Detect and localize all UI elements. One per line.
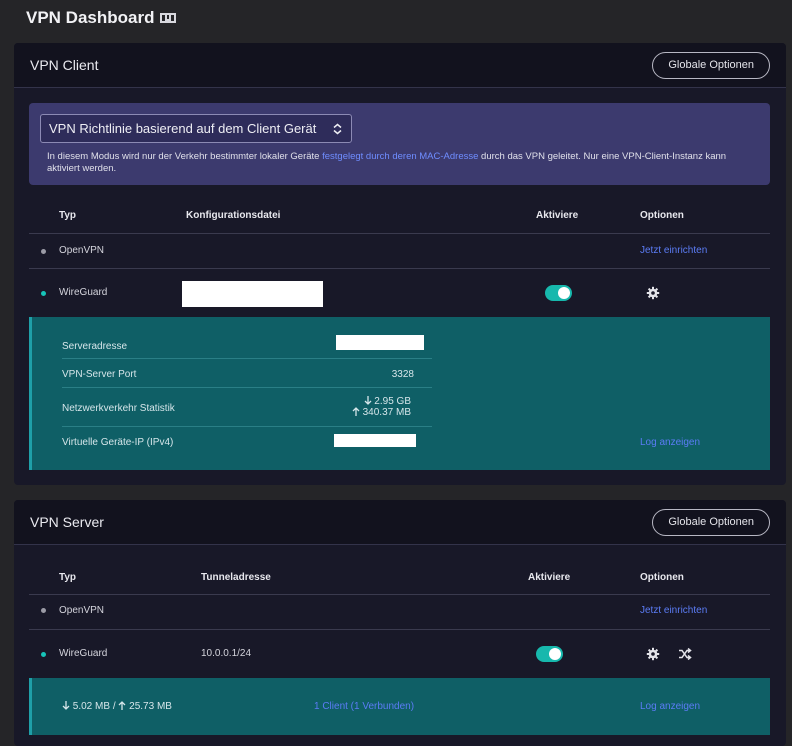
row-divider [29,594,770,595]
gear-icon[interactable] [646,647,660,661]
client-wireguard-toggle[interactable] [545,285,572,301]
col-header-config: Konfigurationsdatei [186,210,281,221]
server-log-link[interactable]: Log anzeigen [640,701,700,712]
server-address-label: Serveradresse [62,341,128,352]
server-wireguard-toggle[interactable] [536,646,563,662]
port-value: 3328 [391,369,414,380]
mac-address-link[interactable]: festgelegt durch deren MAC-Adresse [322,151,478,162]
client-global-options-button[interactable]: Globale Optionen [652,51,770,79]
detail-divider [62,358,432,359]
traffic-label: Netzwerkverkehr Statistik [62,403,175,414]
status-dot-connected [41,291,46,296]
arrow-up-icon [352,407,360,416]
server-global-options-button[interactable]: Globale Optionen [652,508,770,536]
row-divider [29,233,770,234]
server-tunnel-address: 10.0.0.1/24 [201,648,252,659]
traffic-down: 2.95 GB [374,396,411,407]
vpn-client-title: VPN Client [30,57,99,73]
status-dot-connected [41,652,46,657]
vpn-server-card: VPN Server Globale Optionen Typ Tunnelad… [14,500,786,746]
server-detail-panel: 5.02 MB / 25.73 MB 1 Client (1 Verbunden… [29,678,770,735]
vpn-client-header: VPN Client Globale Optionen [14,43,786,88]
traffic-values: 2.95 GB 340.37 MB [352,396,411,418]
policy-desc-before: In diesem Modus wird nur der Verkehr bes… [47,151,323,162]
client-log-link[interactable]: Log anzeigen [640,437,700,448]
row-divider [29,268,770,269]
virtual-ip-redacted [334,434,416,447]
vpn-server-title: VPN Server [30,514,104,530]
col-header-activate: Aktiviere [536,210,579,221]
policy-description: In diesem Modus wird nur der Verkehr bes… [47,151,757,175]
config-file-redacted [182,281,323,307]
client-wireguard-type: WireGuard [59,287,108,298]
arrow-up-icon [118,701,126,710]
col-header-options: Optionen [640,572,684,583]
col-header-tunnel: Tunneladresse [201,572,271,583]
policy-select[interactable]: VPN Richtlinie basierend auf dem Client … [40,114,352,143]
client-detail-panel: Serveradresse VPN-Server Port 3328 Netzw… [29,317,770,470]
server-traffic: 5.02 MB / 25.73 MB [62,701,172,712]
col-header-type: Typ [59,210,77,221]
col-header-activate: Aktiviere [528,572,571,583]
server-wireguard-type: WireGuard [59,648,108,659]
traffic-up: 340.37 MB [362,407,411,418]
arrow-down-icon [364,396,371,405]
port-label: VPN-Server Port [62,369,137,380]
detail-divider [62,426,432,427]
arrow-down-icon [62,701,70,710]
toggle-knob [549,648,561,660]
vpn-server-header: VPN Server Globale Optionen [14,500,786,545]
server-address-redacted [336,335,424,350]
detail-divider [62,387,432,388]
server-traffic-down: 5.02 MB [72,701,111,712]
server-openvpn-type: OpenVPN [59,605,105,616]
policy-select-value: VPN Richtlinie basierend auf dem Client … [49,121,317,136]
vpn-client-card: VPN Client Globale Optionen VPN Richtlin… [14,43,786,485]
status-dot-inactive [41,249,46,254]
row-divider [29,629,770,630]
gear-icon[interactable] [646,286,660,300]
client-openvpn-type: OpenVPN [59,245,105,256]
client-openvpn-setup-link[interactable]: Jetzt einrichten [640,245,707,256]
policy-box: VPN Richtlinie basierend auf dem Client … [29,103,770,185]
vpn-map-icon [160,13,177,23]
page-title-text: VPN Dashboard [26,8,155,27]
col-header-options: Optionen [640,210,684,221]
page-title: VPN Dashboard [26,8,177,28]
select-arrows-icon [333,123,342,135]
status-dot-inactive [41,608,46,613]
server-clients-link[interactable]: 1 Client (1 Verbunden) [314,701,414,712]
server-openvpn-setup-link[interactable]: Jetzt einrichten [640,605,707,616]
traffic-separator: / [112,701,116,712]
server-traffic-up: 25.73 MB [129,701,172,712]
shuffle-icon[interactable] [678,647,692,661]
virtual-ip-label: Virtuelle Geräte-IP (IPv4) [62,437,174,448]
col-header-type: Typ [59,572,77,583]
toggle-knob [558,287,570,299]
